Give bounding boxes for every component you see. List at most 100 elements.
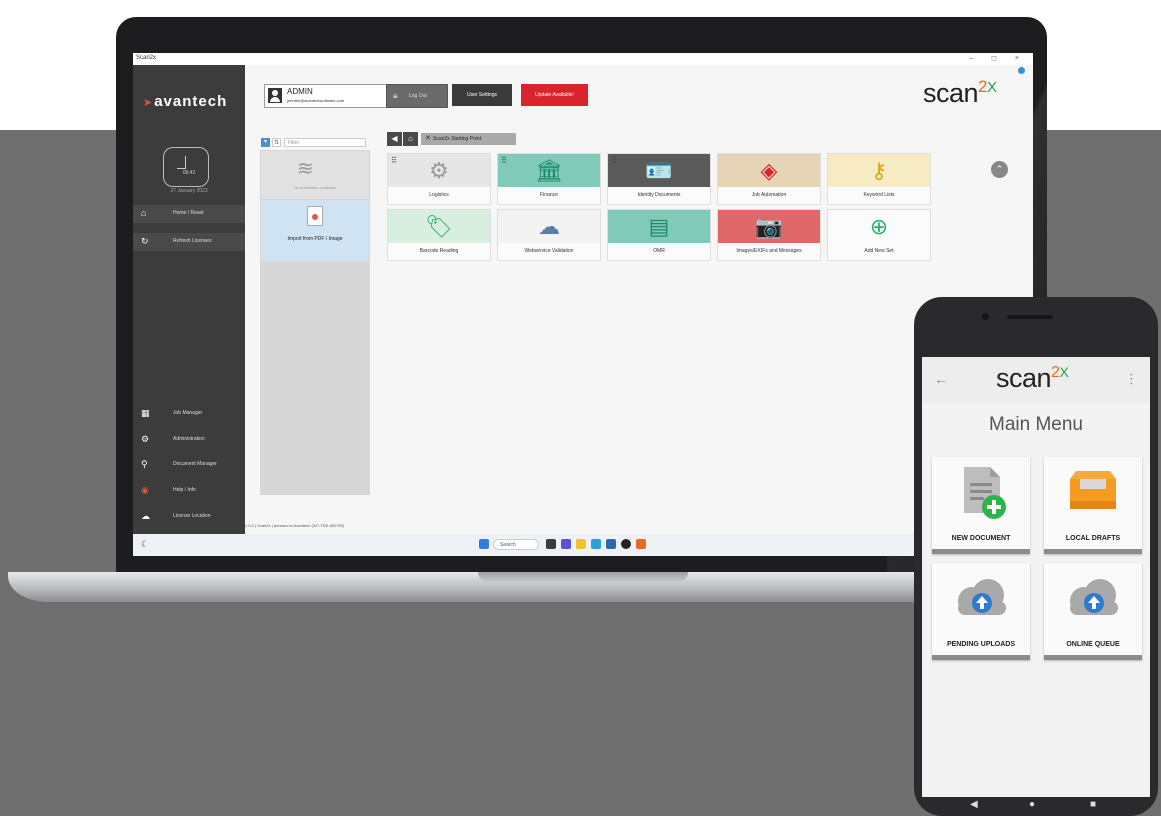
back-arrow-icon[interactable]: ← [934,371,948,387]
sidebar-item-label: Home / Reset [173,210,204,216]
cloud-upload-icon [958,579,1006,615]
sidebar-item-license-location[interactable]: ☁ License Location [133,508,245,526]
local-drafts-card[interactable]: LOCAL DRAFTS [1044,457,1142,554]
tile-label: Finance [540,192,558,198]
tile-identity-documents[interactable]: ⠿ 🪪 Identity Documents [607,153,711,205]
sidebar-item-refresh[interactable]: ↻ Refresh Licenses [133,233,245,251]
sidebar-item-label: Help / Info [173,487,196,493]
sidebar-item-label: Job Manager [173,410,203,416]
card-label: NEW DOCUMENT [951,535,1011,542]
card-shade [1044,549,1142,554]
tile-keyword-lists[interactable]: ⚷ Keyword Lists [827,153,931,205]
import-label: Import from PDF / Image [287,236,343,242]
camera-icon: 📷 [755,214,783,239]
weather-icon[interactable]: ☾ [141,539,149,550]
logout-button[interactable]: 🔒︎ Log Out [386,84,448,108]
collapse-up-button[interactable]: ⌃ [991,161,1008,178]
online-queue-card[interactable]: ONLINE QUEUE [1044,563,1142,660]
sidebar-item-label: Refresh Licenses [173,238,212,244]
file-explorer-icon[interactable] [576,539,586,549]
tile-label: Images/EXIFs and Messages [736,248,802,254]
update-available-button[interactable]: Update Available! [521,84,588,106]
tile-job-automation[interactable]: ◈ Job Automation [717,153,821,205]
sidebar-item-document-manager[interactable]: ⚲ Document Manager [133,456,245,474]
sidebar-item-administration[interactable]: ⚙ Administration [133,431,245,449]
plus-circle-icon: ⊕ [869,214,889,239]
nav-home-button[interactable]: ● [1029,799,1035,810]
card-label: PENDING UPLOADS [946,641,1016,648]
nav-recent-button[interactable]: ■ [1090,799,1096,810]
sidebar-item-home[interactable]: ⌂ Home / Reset [133,205,245,223]
card-shade [932,549,1030,554]
phone-screen: ← scan2X ⋮ Main Menu NEW DOCUMENT LOCAL … [922,357,1150,797]
phone-speaker [1007,315,1053,319]
phone-camera [982,313,989,320]
clock-icon [163,147,209,187]
scan2x-taskbar-icon[interactable] [636,539,646,549]
app-icon[interactable] [621,539,631,549]
scan2x-logo: scan2X [923,77,997,108]
laptop-notch [478,572,688,582]
android-nav-bar: ◀ ● ■ [914,797,1158,816]
clock-date: 27 January 2023 [170,188,208,194]
home-button[interactable]: ⌂ [403,132,418,146]
tile-logistics[interactable]: ⠿ ⚙ Logistics [387,153,491,205]
new-document-card[interactable]: NEW DOCUMENT [932,457,1030,554]
id-card-icon: 🪪 [645,158,673,183]
nav-back-button[interactable]: ◀ [970,799,978,810]
window-controls[interactable]: – ◻ × [969,54,1027,62]
card-label: ONLINE QUEUE [1066,641,1120,648]
user-icon [268,88,282,103]
app-bar: ← scan2X ⋮ [922,357,1150,403]
edge-icon[interactable] [591,539,601,549]
main-menu-title: Main Menu [989,414,1083,435]
window-title: Scan2x [136,55,157,61]
cloud-icon: ☁ [141,511,150,521]
taskbar-search[interactable]: Search [493,539,539,550]
drafts-tray-icon [1070,471,1116,509]
tile-images-exifs-and-messages[interactable]: 📷 Images/EXIFs and Messages [717,209,821,261]
subfolder-placeholder: ≋ No subfolders available [261,151,369,199]
subfolder-empty-label: No subfolders available [294,185,336,190]
grid-icon: ▦ [141,408,150,418]
tile-label: Barcode Reading [419,248,459,254]
gear-icon: ⚙ [141,434,150,444]
tile-omr[interactable]: ▤ OMR [607,209,711,261]
user-box[interactable]: ADMIN jennifer@avantechsoftware.com [264,84,388,108]
sidebar-item-label: Administration [173,436,205,442]
tile-finance[interactable]: ⠿ 🏛 Finance [497,153,601,205]
key-icon: ⚷ [870,158,888,183]
filter-toggle-icon[interactable]: ▾ [261,138,270,147]
pending-uploads-card[interactable]: PENDING UPLOADS [932,563,1030,660]
layers-icon: ≋ [297,158,314,180]
back-button[interactable]: ◀ [387,132,402,146]
tile-label: Add New Set [864,248,894,254]
user-name: ADMIN [287,87,313,96]
filter-input[interactable]: Filter [284,138,366,147]
card-shade [1044,655,1142,660]
tile-add-new-set[interactable]: ⊕ Add New Set [827,209,931,261]
help-icon: ◉ [141,485,149,495]
form-icon: ▤ [648,214,670,239]
scan2x-app-logo: scan2X [996,363,1069,393]
teams-icon[interactable] [561,539,571,549]
overflow-menu-icon[interactable]: ⋮ [1125,371,1138,387]
window-titlebar: Scan2x – ◻ × [133,53,1033,65]
tile-barcode-reading[interactable]: 🏷 Barcode Reading [387,209,491,261]
tile-label: Keyword Lists [863,192,895,198]
task-view-icon[interactable] [546,539,556,549]
notification-dot[interactable] [1018,67,1025,74]
store-icon[interactable] [606,539,616,549]
start-icon[interactable] [479,539,489,549]
breadcrumb[interactable]: Scan2x Starting Point [421,133,516,145]
home-icon: ⌂ [141,208,147,218]
import-pdf-button[interactable]: Import from PDF / Image [261,200,369,262]
user-settings-button[interactable]: User Settings [452,84,512,106]
sidebar-item-help[interactable]: ◉ Help / Info [133,482,245,500]
pdf-image-icon [307,206,323,226]
sidebar-item-job-manager[interactable]: ▦ Job Manager [133,405,245,423]
sort-icon[interactable]: ⇅ [272,138,281,147]
layers-icon: ◈ [760,158,778,183]
card-label: LOCAL DRAFTS [1065,535,1121,542]
tile-webservice-validation[interactable]: ☁ Webservice Validation [497,209,601,261]
